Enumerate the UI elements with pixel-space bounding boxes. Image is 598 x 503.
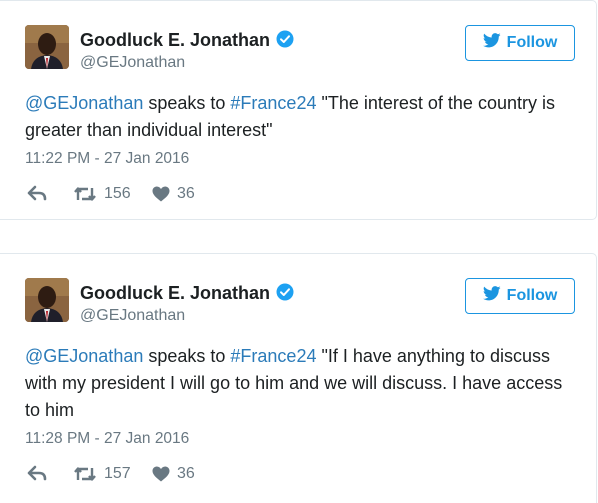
author-handle[interactable]: @GEJonathan — [80, 307, 185, 325]
retweet-icon — [73, 186, 97, 202]
author-name[interactable]: Goodluck E. Jonathan — [80, 283, 294, 306]
tweet-text: @GEJonathan speaks to #France24 "If I ha… — [25, 346, 563, 420]
retweet-count: 157 — [104, 465, 131, 482]
retweet-count: 156 — [104, 185, 131, 202]
tweet-text: @GEJonathan speaks to #France24 "The int… — [25, 93, 555, 140]
retweet-icon — [73, 466, 97, 482]
follow-button[interactable]: Follow — [465, 25, 575, 61]
avatar[interactable] — [25, 25, 69, 69]
tweet-card[interactable]: Goodluck E. Jonathan @GEJonathan Follow … — [0, 253, 597, 503]
hashtag-link[interactable]: #France24 — [230, 93, 316, 113]
like-button[interactable]: 36 — [152, 185, 195, 203]
retweet-button[interactable]: 157 — [73, 465, 131, 483]
tweet-card[interactable]: Goodluck E. Jonathan @GEJonathan Follow … — [0, 0, 597, 220]
timestamp[interactable]: 11:22 PM - 27 Jan 2016 — [25, 150, 189, 168]
like-button[interactable]: 36 — [152, 465, 195, 483]
like-count: 36 — [177, 185, 195, 202]
timestamp[interactable]: 11:28 PM - 27 Jan 2016 — [25, 430, 189, 448]
hashtag-link[interactable]: #France24 — [230, 346, 316, 366]
like-count: 36 — [177, 465, 195, 482]
reply-icon — [27, 465, 47, 481]
heart-icon — [152, 466, 170, 482]
twitter-bird-icon — [482, 33, 501, 53]
author-handle[interactable]: @GEJonathan — [80, 54, 185, 72]
verified-badge-icon — [276, 283, 294, 306]
reply-button[interactable] — [27, 465, 47, 481]
heart-icon — [152, 186, 170, 202]
avatar[interactable] — [25, 278, 69, 322]
retweet-button[interactable]: 156 — [73, 185, 131, 203]
follow-button[interactable]: Follow — [465, 278, 575, 314]
twitter-bird-icon — [482, 286, 501, 306]
mention-link[interactable]: @GEJonathan — [25, 346, 143, 366]
author-name[interactable]: Goodluck E. Jonathan — [80, 30, 294, 53]
reply-button[interactable] — [27, 185, 47, 201]
verified-badge-icon — [276, 30, 294, 53]
reply-icon — [27, 185, 47, 201]
mention-link[interactable]: @GEJonathan — [25, 93, 143, 113]
